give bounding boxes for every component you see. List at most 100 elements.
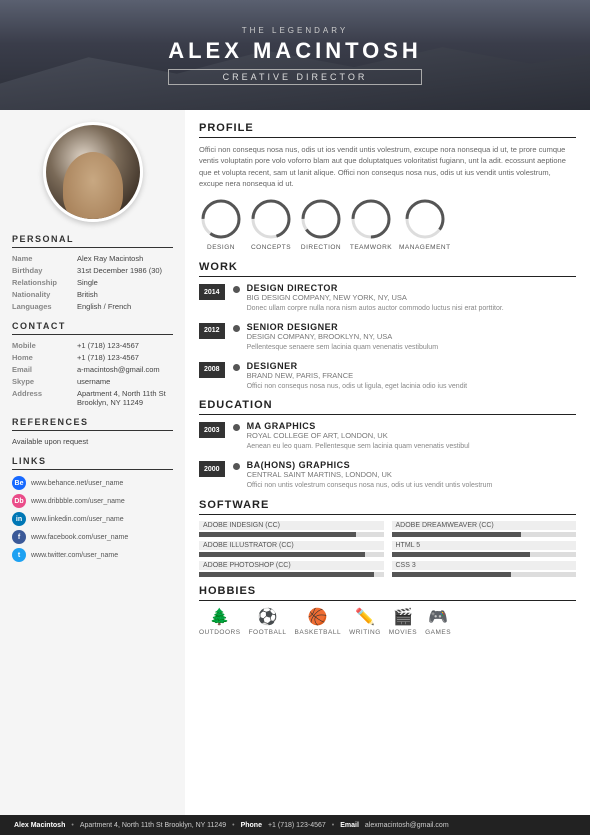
- contact-address-row: Address Apartment 4, North 11th St Brook…: [12, 389, 173, 407]
- footer-email-label: Email: [340, 822, 359, 829]
- header: THE LEGENDARY ALEX MACINTOSH CREATIVE DI…: [0, 0, 590, 110]
- software-bar-bg: [199, 572, 384, 577]
- work-title: SENIOR DESIGNER: [247, 322, 438, 332]
- software-bar-bg: [392, 572, 577, 577]
- hobby-icon: 🌲: [210, 607, 230, 627]
- contact-mobile-row: Mobile +1 (718) 123-4567: [12, 341, 173, 350]
- software-grid: ADOBE INDESIGN (CC) ADOBE DREAMWEAVER (C…: [199, 521, 576, 577]
- link-twitter[interactable]: t www.twitter.com/user_name: [12, 548, 173, 562]
- contact-mobile-value: +1 (718) 123-4567: [77, 341, 139, 350]
- behance-icon: Be: [12, 476, 26, 490]
- software-bar: [199, 552, 365, 557]
- dribbble-url: www.dribbble.com/user_name: [31, 498, 125, 505]
- work-year: 2014: [199, 284, 225, 300]
- work-dot: [233, 364, 240, 371]
- hobby-icon: 🎮: [428, 607, 448, 627]
- software-bar: [199, 532, 356, 537]
- software-bar: [392, 572, 512, 577]
- work-item: 2012 SENIOR DESIGNER DESIGN COMPANY, BRO…: [199, 322, 576, 353]
- software-name: ADOBE INDESIGN (CC): [199, 521, 384, 530]
- header-name: ALEX MACINTOSH: [168, 38, 422, 64]
- hobbies-section-title: HOBBIES: [199, 585, 576, 601]
- education-year: 2000: [199, 461, 225, 477]
- education-title: BA(HONS) GRAPHICS: [247, 460, 493, 470]
- content-area: PROFILE Offici non consequs nosa nus, od…: [185, 110, 590, 820]
- hobby-icon: 🎬: [393, 607, 413, 627]
- twitter-url: www.twitter.com/user_name: [31, 552, 118, 559]
- education-year: 2003: [199, 422, 225, 438]
- facebook-url: www.facebook.com/user_name: [31, 534, 128, 541]
- header-legendary: THE LEGENDARY: [168, 26, 422, 35]
- footer-phone: +1 (718) 123-4567: [268, 822, 326, 829]
- software-name: ADOBE DREAMWEAVER (CC): [392, 521, 577, 530]
- hobby-item: 🏀 BASKETBALL: [295, 607, 342, 636]
- personal-name-row: Name Alex Ray Macintosh: [12, 254, 173, 263]
- hobby-item: ⚽ FOOTBALL: [249, 607, 287, 636]
- contact-address-label: Address: [12, 389, 77, 407]
- link-dribbble[interactable]: Db www.dribbble.com/user_name: [12, 494, 173, 508]
- footer-email: alexmacintosh@gmail.com: [365, 822, 449, 829]
- linkedin-url: www.linkedin.com/user_name: [31, 516, 124, 523]
- hobby-icon: ⚽: [258, 607, 278, 627]
- work-company: BIG DESIGN COMPANY, NEW YORK, NY, USA: [247, 293, 504, 302]
- personal-languages-value: English / French: [77, 302, 131, 311]
- education-item: 2000 BA(HONS) GRAPHICS CENTRAL SAINT MAR…: [199, 460, 576, 491]
- hobby-label: BASKETBALL: [295, 629, 342, 636]
- hobby-item: ✏️ WRITING: [349, 607, 381, 636]
- links-section-title: LINKS: [12, 456, 173, 470]
- contact-section-title: CONTACT: [12, 321, 173, 335]
- dribbble-icon: Db: [12, 494, 26, 508]
- contact-email-row: Email a-macintosh@gmail.com: [12, 365, 173, 374]
- contact-mobile-label: Mobile: [12, 341, 77, 350]
- personal-nationality-row: Nationality British: [12, 290, 173, 299]
- software-name: ADOBE ILLUSTRATOR (CC): [199, 541, 384, 550]
- software-item: ADOBE DREAMWEAVER (CC): [392, 521, 577, 537]
- software-bar-bg: [199, 552, 384, 557]
- skill-label: MANAGEMENT: [399, 244, 451, 251]
- work-desc: Pellentesque senaere sem lacinia quam ve…: [247, 343, 438, 353]
- work-dot: [233, 325, 240, 332]
- software-bar-bg: [199, 532, 384, 537]
- skill-item: TEAMWORK: [349, 197, 393, 251]
- software-bar-bg: [392, 532, 577, 537]
- footer-phone-label: Phone: [241, 822, 262, 829]
- hobby-item: 🌲 OUTDOORS: [199, 607, 241, 636]
- work-dot: [233, 286, 240, 293]
- education-desc: Offici non untis volestrum consequs nosa…: [247, 481, 493, 491]
- link-linkedin[interactable]: in www.linkedin.com/user_name: [12, 512, 173, 526]
- skill-label: DESIGN: [207, 244, 235, 251]
- avatar: [43, 122, 143, 222]
- education-section-title: EDUCATION: [199, 399, 576, 415]
- software-bar: [392, 552, 530, 557]
- contact-address-value: Apartment 4, North 11th St Brooklyn, NY …: [77, 389, 173, 407]
- skill-label: TEAMWORK: [350, 244, 392, 251]
- work-desc: Offici non consequs nosa nus, odis ut li…: [247, 382, 468, 392]
- hobby-item: 🎮 GAMES: [425, 607, 451, 636]
- hobby-label: GAMES: [425, 629, 451, 636]
- personal-relationship-row: Relationship Single: [12, 278, 173, 287]
- software-bar: [392, 532, 521, 537]
- hobby-label: FOOTBALL: [249, 629, 287, 636]
- contact-home-label: Home: [12, 353, 77, 362]
- software-item: CSS 3: [392, 561, 577, 577]
- education-company: CENTRAL SAINT MARTINS, LONDON, UK: [247, 470, 493, 479]
- education-company: ROYAL COLLEGE OF ART, LONDON, UK: [247, 431, 470, 440]
- education-dot: [233, 424, 240, 431]
- link-behance[interactable]: Be www.behance.net/user_name: [12, 476, 173, 490]
- linkedin-icon: in: [12, 512, 26, 526]
- profile-text: Offici non consequs nosa nus, odis ut io…: [199, 144, 576, 189]
- personal-languages-row: Languages English / French: [12, 302, 173, 311]
- personal-fields: Name Alex Ray Macintosh Birthday 31st De…: [12, 254, 173, 311]
- work-desc: Donec ullam corpre nulla nora nism autos…: [247, 304, 504, 314]
- facebook-icon: f: [12, 530, 26, 544]
- header-title: CREATIVE DIRECTOR: [181, 72, 409, 82]
- skill-item: DIRECTION: [299, 197, 343, 251]
- personal-name-label: Name: [12, 254, 77, 263]
- work-section-title: WORK: [199, 261, 576, 277]
- software-bar: [199, 572, 374, 577]
- skill-item: MANAGEMENT: [399, 197, 451, 251]
- links-list: Be www.behance.net/user_name Db www.drib…: [12, 476, 173, 562]
- contact-email-label: Email: [12, 365, 77, 374]
- link-facebook[interactable]: f www.facebook.com/user_name: [12, 530, 173, 544]
- hobby-icon: ✏️: [355, 607, 375, 627]
